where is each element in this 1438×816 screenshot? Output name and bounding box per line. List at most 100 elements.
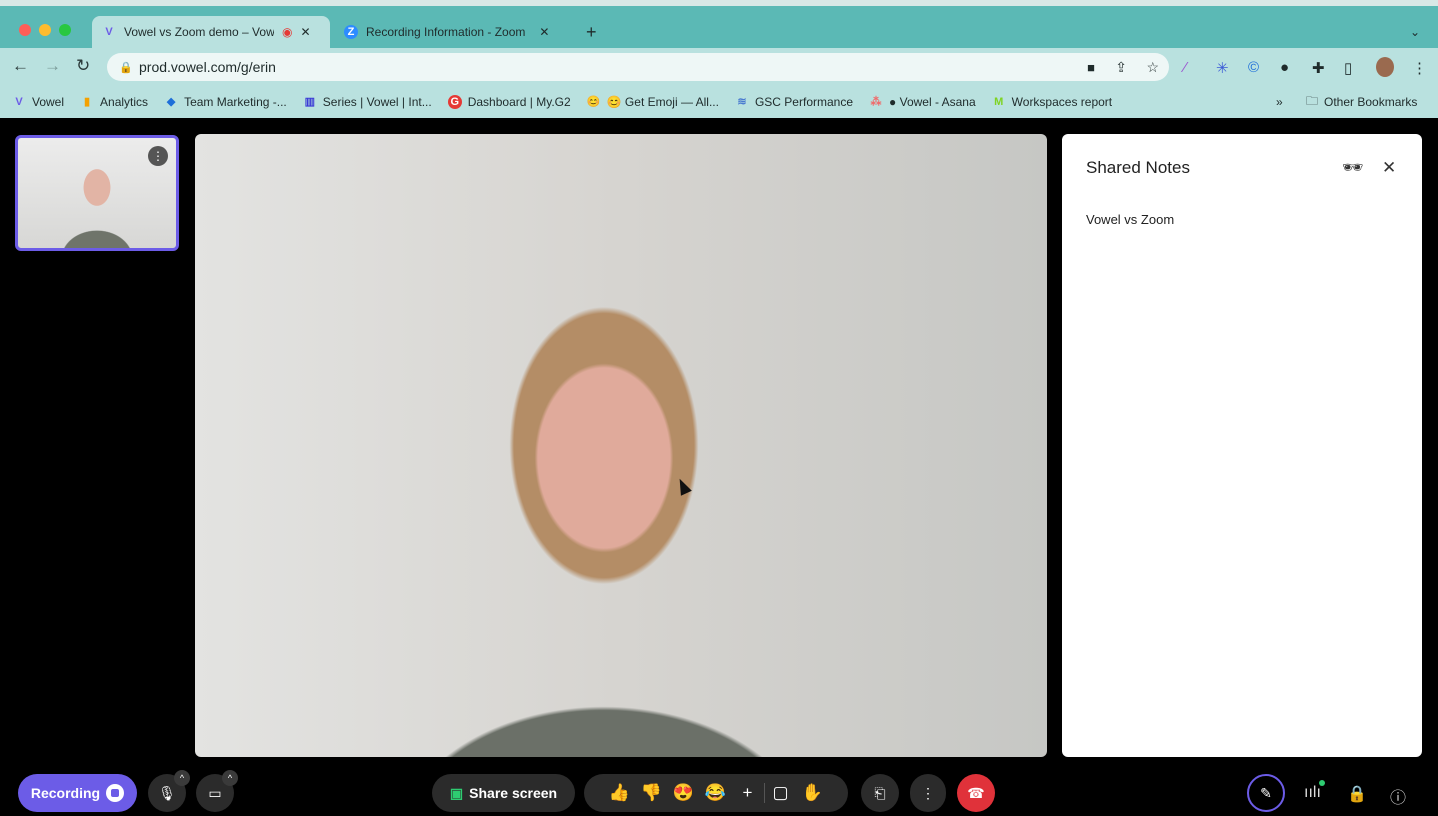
raise-hand-icon[interactable]: ✋ <box>797 783 829 803</box>
bookmark-star-icon[interactable]: ☆ <box>1146 59 1159 76</box>
close-icon[interactable]: ✕ <box>1382 158 1396 178</box>
chat-icon[interactable]: ▢ <box>765 783 797 803</box>
thumbs-down-icon[interactable]: 👎 <box>636 783 668 803</box>
bookmarks-overflow-button[interactable]: » <box>1276 95 1283 109</box>
extensions-puzzle-icon[interactable]: ✚ <box>1312 59 1325 77</box>
pen-extension-icon[interactable]: ⁄ <box>1184 59 1187 76</box>
tab-title: Vowel vs Zoom demo – Vowel <box>124 25 274 39</box>
forward-icon[interactable]: → <box>44 56 61 76</box>
extension-icon[interactable]: ● <box>1280 59 1289 76</box>
tab-search-chevron-icon[interactable]: ⌄ <box>1400 16 1430 48</box>
bookmark-label: Vowel <box>32 95 65 109</box>
heart-eyes-icon[interactable]: 😍 <box>668 783 700 803</box>
info-icon[interactable]: ⓘ <box>1390 784 1406 808</box>
tab-title: Recording Information - Zoom <box>366 25 526 39</box>
g2-icon: G <box>447 95 462 109</box>
close-tab-icon[interactable]: ✕ <box>539 25 549 39</box>
mic-button[interactable]: 🎙 ^ <box>148 770 190 812</box>
close-tab-icon[interactable]: ✕ <box>300 25 310 39</box>
recording-label: Recording <box>30 785 101 801</box>
new-tab-button[interactable]: + <box>576 16 607 48</box>
tab-vowel[interactable]: V Vowel vs Zoom demo – Vowel ◉ ✕ <box>92 16 330 48</box>
camera-options-caret-icon[interactable]: ^ <box>222 770 238 786</box>
lock-icon[interactable]: 🔒 <box>1347 784 1367 804</box>
share-screen-label: Share screen <box>469 785 558 801</box>
bookmark-label: Team Marketing -... <box>184 95 287 109</box>
bookmark-asana[interactable]: ⁂ ● Vowel - Asana <box>869 95 976 109</box>
more-options-icon[interactable]: ⋮ <box>148 146 168 166</box>
bookmark-analytics[interactable]: ▮ Analytics <box>80 95 148 109</box>
bookmark-label: ● Vowel - Asana <box>889 95 976 109</box>
bookmark-workspaces[interactable]: M Workspaces report <box>992 95 1112 109</box>
share-screen-button[interactable]: ▣ Share screen <box>432 774 575 812</box>
notes-toggle-button[interactable]: ✎ <box>1247 774 1285 812</box>
thumbs-up-icon[interactable]: 👍 <box>604 783 636 803</box>
lock-icon: 🔒 <box>119 61 133 74</box>
bookmark-team-marketing[interactable]: ◆ Team Marketing -... <box>164 95 287 109</box>
back-icon[interactable]: ← <box>12 56 29 76</box>
bookmark-series[interactable]: ▥ Series | Vowel | Int... <box>303 95 432 109</box>
top-strip <box>0 0 1438 6</box>
bookmarks-bar: V Vowel ▮ Analytics ◆ Team Marketing -... ▥… <box>0 86 1438 118</box>
bookmark-vowel[interactable]: V Vowel <box>12 95 64 109</box>
analytics-icon: ▮ <box>84 96 91 108</box>
bookmark-label: GSC Performance <box>754 95 854 109</box>
extension-icon[interactable]: ✳ <box>1216 59 1229 77</box>
bookmark-label: Dashboard | My.G2 <box>467 95 571 109</box>
gsc-icon: ≋ <box>737 96 747 108</box>
recording-button[interactable]: Recording <box>18 774 137 812</box>
incognito-icon[interactable]: 🕶 <box>1342 158 1364 178</box>
bookmark-label: Other Bookmarks <box>1324 95 1418 109</box>
grammarly-extension-icon[interactable]: © <box>1248 59 1259 76</box>
bookmark-icon: ⎗ <box>874 784 886 801</box>
hang-up-icon: ☎ <box>967 784 985 801</box>
browser-toolbar: ← → ↻ 🔒 prod.vowel.com/g/erin ■ ⇪ ☆ ⁄ ✳ … <box>0 48 1438 86</box>
bookmark-moment-button[interactable]: ⎗ <box>861 774 899 812</box>
share-icon[interactable]: ⇪ <box>1115 59 1127 76</box>
camera-icon[interactable]: ■ <box>1087 60 1095 75</box>
bookmark-label: Series | Vowel | Int... <box>322 95 432 109</box>
address-bar[interactable]: 🔒 prod.vowel.com/g/erin ■ ⇪ ☆ <box>107 53 1169 81</box>
add-reaction-icon[interactable]: + <box>732 783 764 803</box>
browser-menu-icon[interactable]: ⋮ <box>1412 59 1427 77</box>
minimize-window-button[interactable] <box>39 24 51 36</box>
workspaces-icon: M <box>994 96 1004 108</box>
bookmark-label: 😊 Get Emoji — All... <box>606 95 719 109</box>
mic-options-caret-icon[interactable]: ^ <box>174 770 190 786</box>
video-camera-icon: ▭ <box>208 784 222 801</box>
camera-button[interactable]: ▭ ^ <box>196 770 238 812</box>
tab-zoom[interactable]: Z Recording Information - Zoom ✕ <box>334 16 570 48</box>
emoji-icon: 😊 <box>586 96 601 108</box>
reload-icon[interactable]: ↻ <box>76 56 90 76</box>
shared-notes-panel: Shared Notes 🕶 ✕ Vowel vs Zoom <box>1062 134 1422 757</box>
main-video <box>195 134 1047 757</box>
end-call-button[interactable]: ☎ <box>957 774 995 812</box>
edit-notes-icon: ✎ <box>1260 784 1272 801</box>
folder-icon: 🗀 <box>1306 93 1319 108</box>
vowel-favicon-icon: V <box>105 26 113 38</box>
share-screen-icon: ▣ <box>449 784 464 801</box>
window-controls <box>19 24 71 36</box>
browser-chrome: V Vowel vs Zoom demo – Vowel ◉ ✕ Z Recor… <box>0 0 1438 118</box>
bookmark-get-emoji[interactable]: 😊 😊 Get Emoji — All... <box>587 95 719 109</box>
profile-avatar[interactable] <box>1376 57 1394 77</box>
bookmark-gsc[interactable]: ≋ GSC Performance <box>735 95 853 109</box>
zoom-favicon-icon: Z <box>344 25 358 39</box>
url-text: prod.vowel.com/g/erin <box>139 59 276 75</box>
more-button[interactable]: ⋮ <box>910 774 946 812</box>
jira-icon: ◆ <box>166 96 176 108</box>
self-video-thumbnail[interactable]: ⋮ <box>15 135 179 251</box>
other-bookmarks[interactable]: 🗀 Other Bookmarks <box>1306 92 1417 113</box>
side-panel-icon[interactable]: ▯ <box>1344 59 1352 77</box>
laughing-icon[interactable]: 😂 <box>700 783 732 803</box>
microphone-icon: 🎙 <box>158 784 176 801</box>
audio-levels-icon[interactable]: ıılı <box>1304 780 1325 802</box>
intercom-icon: ▥ <box>304 96 315 108</box>
bookmark-g2[interactable]: G Dashboard | My.G2 <box>447 95 571 109</box>
notes-editor[interactable]: Vowel vs Zoom <box>1086 212 1174 227</box>
maximize-window-button[interactable] <box>59 24 71 36</box>
close-window-button[interactable] <box>19 24 31 36</box>
vowel-icon: V <box>15 96 23 108</box>
bookmark-label: Analytics <box>100 95 149 109</box>
notes-title: Shared Notes <box>1086 158 1190 177</box>
